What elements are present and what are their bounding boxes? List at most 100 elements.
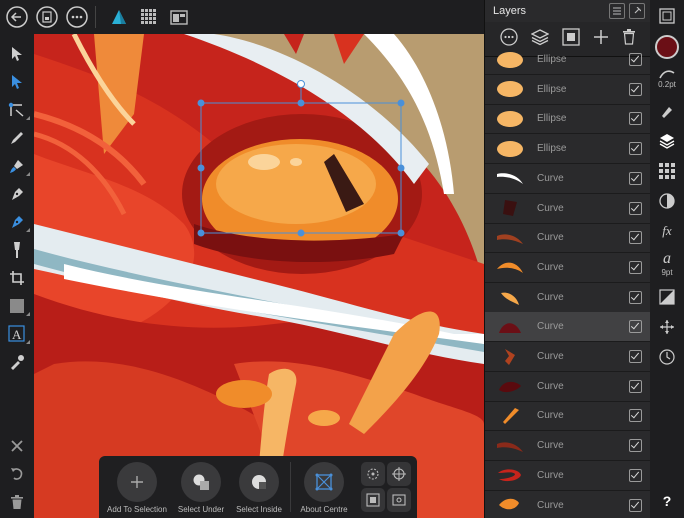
crop-tool[interactable] <box>0 264 34 292</box>
layer-visibility-checkbox[interactable] <box>629 498 642 512</box>
history-icon[interactable] <box>650 342 684 372</box>
selection-box[interactable] <box>34 34 484 518</box>
vector-brush-tool[interactable] <box>0 152 34 180</box>
color-picker-tool[interactable] <box>0 348 34 376</box>
help-label: ? <box>662 493 672 509</box>
layer-visibility-checkbox[interactable] <box>629 379 642 393</box>
transparency-icon[interactable] <box>650 282 684 312</box>
layer-row[interactable]: Curve <box>485 164 651 194</box>
pin-icon[interactable] <box>629 3 645 19</box>
layer-visibility-checkbox[interactable] <box>629 171 642 185</box>
delete-layer-icon[interactable] <box>622 28 636 50</box>
select-inside-button[interactable]: Select Inside <box>229 462 289 514</box>
panel-menu-icon[interactable] <box>609 3 625 19</box>
more-icon[interactable] <box>64 4 90 30</box>
document-canvas[interactable] <box>34 34 484 518</box>
layer-visibility-checkbox[interactable] <box>629 320 642 334</box>
layer-row[interactable]: Ellipse <box>485 50 651 75</box>
layer-row[interactable]: Curve <box>485 342 651 372</box>
layer-thumbnail <box>493 227 527 249</box>
trash-icon[interactable] <box>0 488 34 516</box>
layer-stack-icon[interactable] <box>530 28 550 51</box>
pixel-persona-icon[interactable] <box>136 4 162 30</box>
layer-row[interactable]: Curve <box>485 372 651 402</box>
layer-name: Ellipse <box>537 54 567 65</box>
layer-visibility-checkbox[interactable] <box>629 53 642 66</box>
layer-row[interactable]: Ellipse <box>485 104 651 135</box>
svg-text:A: A <box>12 327 22 342</box>
layer-row[interactable]: Curve <box>485 461 651 491</box>
layer-visibility-checkbox[interactable] <box>629 439 642 453</box>
stroke-panel[interactable]: 0.2pt <box>650 62 684 96</box>
adjustments-icon[interactable] <box>650 186 684 216</box>
layer-thumbnail <box>493 316 527 338</box>
about-centre-button[interactable]: About Centre <box>294 462 354 514</box>
layer-visibility-checkbox[interactable] <box>629 112 642 126</box>
back-icon[interactable] <box>4 4 30 30</box>
smart-pen-tool[interactable] <box>0 208 34 236</box>
select-inside-label: Select Inside <box>236 505 282 514</box>
select-under-icon <box>181 462 221 502</box>
layer-thumbnail <box>493 375 527 397</box>
select-under-button[interactable]: Select Under <box>171 462 231 514</box>
navigator-icon[interactable] <box>650 0 684 32</box>
layer-row[interactable]: Ellipse <box>485 75 651 105</box>
stroke-width-label: 0.2pt <box>658 80 676 89</box>
layer-row[interactable]: Curve <box>485 431 651 462</box>
scale-with-object-icon[interactable] <box>361 488 385 512</box>
fill-tool[interactable] <box>0 236 34 264</box>
layer-row[interactable]: Ellipse <box>485 134 651 165</box>
layer-options-icon[interactable] <box>499 27 518 51</box>
layer-row[interactable]: Curve <box>485 312 651 343</box>
layer-visibility-checkbox[interactable] <box>629 142 642 156</box>
layer-thumbnail <box>493 494 527 516</box>
layer-visibility-checkbox[interactable] <box>629 201 642 215</box>
snap-rotate-icon[interactable] <box>361 462 385 486</box>
brushes-icon[interactable] <box>650 96 684 126</box>
layer-thumbnail <box>493 435 527 457</box>
transform-origin-icon[interactable] <box>387 488 411 512</box>
export-persona-icon[interactable] <box>166 4 192 30</box>
layer-visibility-checkbox[interactable] <box>629 260 642 274</box>
corner-tool[interactable] <box>0 96 34 124</box>
shape-tool[interactable] <box>0 292 34 320</box>
mask-layer-icon[interactable] <box>562 27 580 51</box>
add-to-selection-button[interactable]: Add To Selection <box>107 462 167 514</box>
layer-visibility-checkbox[interactable] <box>629 468 642 482</box>
layer-name: Curve <box>537 172 564 184</box>
layer-visibility-checkbox[interactable] <box>629 82 642 96</box>
layer-visibility-checkbox[interactable] <box>629 290 642 304</box>
designer-persona-icon[interactable] <box>106 4 132 30</box>
layer-thumbnail <box>493 256 527 278</box>
text-tool[interactable]: A <box>0 320 34 348</box>
close-icon[interactable] <box>0 432 34 460</box>
help-button[interactable]: ? <box>650 486 684 516</box>
layer-row[interactable]: Curve <box>485 283 651 313</box>
effects-grid-icon[interactable] <box>650 156 684 186</box>
layer-visibility-checkbox[interactable] <box>629 409 642 423</box>
color-swatch[interactable] <box>650 32 684 62</box>
transform-icon[interactable] <box>650 312 684 342</box>
layer-row[interactable]: Curve <box>485 253 651 283</box>
pencil-tool[interactable] <box>0 124 34 152</box>
pen-tool[interactable] <box>0 180 34 208</box>
move-tool[interactable] <box>0 40 34 68</box>
layers-title: Layers <box>493 5 527 17</box>
add-layer-icon[interactable] <box>593 29 609 50</box>
node-tool[interactable] <box>0 68 34 96</box>
layer-name: Curve <box>537 469 564 481</box>
crosshair-icon[interactable] <box>387 462 411 486</box>
layer-row[interactable]: Curve <box>485 194 651 224</box>
layer-visibility-checkbox[interactable] <box>629 231 642 245</box>
layer-row[interactable]: Curve <box>485 491 651 518</box>
undo-icon[interactable] <box>0 460 34 488</box>
layer-row[interactable]: Curve <box>485 223 651 254</box>
document-icon[interactable] <box>34 4 60 30</box>
layers-panel-icon[interactable] <box>650 126 684 156</box>
text-styles-panel[interactable]: a 9pt <box>650 246 684 282</box>
about-centre-label: About Centre <box>300 505 348 514</box>
select-under-label: Select Under <box>177 505 225 514</box>
fx-icon[interactable]: fx <box>650 216 684 246</box>
layer-visibility-checkbox[interactable] <box>629 350 642 363</box>
layer-row[interactable]: Curve <box>485 401 651 432</box>
